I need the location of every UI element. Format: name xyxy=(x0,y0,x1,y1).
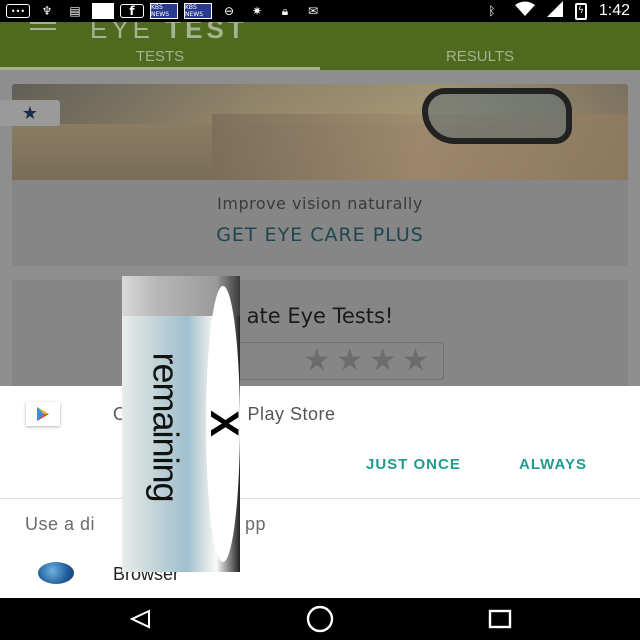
open-with-label-part2: Play Store xyxy=(247,404,336,424)
kbs-news-icon-2: KBS NEWS xyxy=(184,3,212,19)
rating-stars[interactable]: ★ ★ ★ ★ xyxy=(208,342,444,380)
home-button[interactable] xyxy=(290,598,350,640)
app-title-part2: TEST xyxy=(165,22,248,44)
use-different-part2: pp xyxy=(245,514,267,534)
promo-subtitle: Improve vision naturally xyxy=(217,194,423,213)
battery-icon: ϟ xyxy=(574,2,587,20)
star-icon[interactable]: ★ xyxy=(402,343,429,379)
rate-title: ate Eye Tests! xyxy=(246,304,394,328)
star-icon[interactable]: ★ xyxy=(336,343,363,379)
favorite-star-button[interactable]: ★ xyxy=(0,100,60,126)
white-square-icon xyxy=(92,3,114,19)
promo-card[interactable]: Improve vision naturally GET EYE CARE PL… xyxy=(12,84,628,266)
bluetooth-icon: ᛒ xyxy=(488,4,496,18)
active-tab-indicator xyxy=(0,67,320,70)
fan-icon: ✷ xyxy=(251,4,263,18)
chat-icon: ▤ xyxy=(69,4,81,18)
kbs-news-icon: KBS NEWS xyxy=(150,3,178,19)
recents-icon xyxy=(488,609,512,629)
browser-row[interactable]: Browser xyxy=(0,554,640,598)
overlay-close-icon[interactable]: X xyxy=(202,388,241,458)
status-bar: ••• ♆ ▤ f KBS NEWS KBS NEWS ⊖ ✷ 🔒︎ ✉ ᛒ ϟ… xyxy=(0,0,640,22)
just-once-button[interactable]: JUST ONCE xyxy=(366,456,461,473)
glasses-image xyxy=(422,88,572,144)
star-icon[interactable]: ★ xyxy=(369,343,396,379)
back-icon xyxy=(129,609,150,629)
get-eye-care-plus-link[interactable]: GET EYE CARE PLUS xyxy=(12,224,628,246)
lock-icon: 🔒︎ xyxy=(281,3,289,18)
wifi-icon xyxy=(514,1,535,21)
star-icon[interactable]: ★ xyxy=(303,343,330,379)
rate-card: ate Eye Tests! ★ ★ ★ ★ xyxy=(12,280,628,400)
inbox-icon: ✉ xyxy=(307,4,319,18)
navigation-bar xyxy=(0,598,640,640)
tab-results[interactable]: RESULTS xyxy=(320,44,640,70)
divider xyxy=(0,498,640,499)
play-store-row[interactable]: O Play Store xyxy=(0,386,640,444)
action-buttons: JUST ONCE ALWAYS xyxy=(0,456,640,486)
menu-icon[interactable] xyxy=(30,22,56,36)
app-title-part1: EYE xyxy=(90,22,155,44)
overlay-ad[interactable]: remaining X xyxy=(122,276,240,572)
system-icons: ᛒ ϟ 1:42 xyxy=(481,0,630,22)
signal-icon xyxy=(546,1,563,21)
promo-image xyxy=(12,84,628,180)
always-button[interactable]: ALWAYS xyxy=(519,456,587,473)
back-button[interactable] xyxy=(110,598,170,640)
usb-icon: ♆ xyxy=(41,4,53,18)
notification-icons: ••• ♆ ▤ f KBS NEWS KBS NEWS ⊖ ✷ 🔒︎ ✉ xyxy=(0,3,324,19)
facebook-icon: f xyxy=(120,4,144,18)
do-not-disturb-icon: ⊖ xyxy=(223,4,235,18)
recents-button[interactable] xyxy=(470,598,530,640)
clock: 1:42 xyxy=(598,2,630,19)
open-with-sheet: O Play Store JUST ONCE ALWAYS Use a di pp … xyxy=(0,386,640,598)
overlay-text: remaining xyxy=(146,352,187,502)
app-title: EYE TEST xyxy=(90,22,248,45)
globe-icon xyxy=(38,562,74,584)
use-different-part1: Use a di xyxy=(25,514,96,534)
play-store-icon xyxy=(26,402,60,426)
home-icon xyxy=(306,605,334,633)
app-bar: EYE TEST TESTS RESULTS xyxy=(0,22,640,70)
message-icon: ••• xyxy=(6,4,30,18)
star-icon: ★ xyxy=(21,102,39,124)
